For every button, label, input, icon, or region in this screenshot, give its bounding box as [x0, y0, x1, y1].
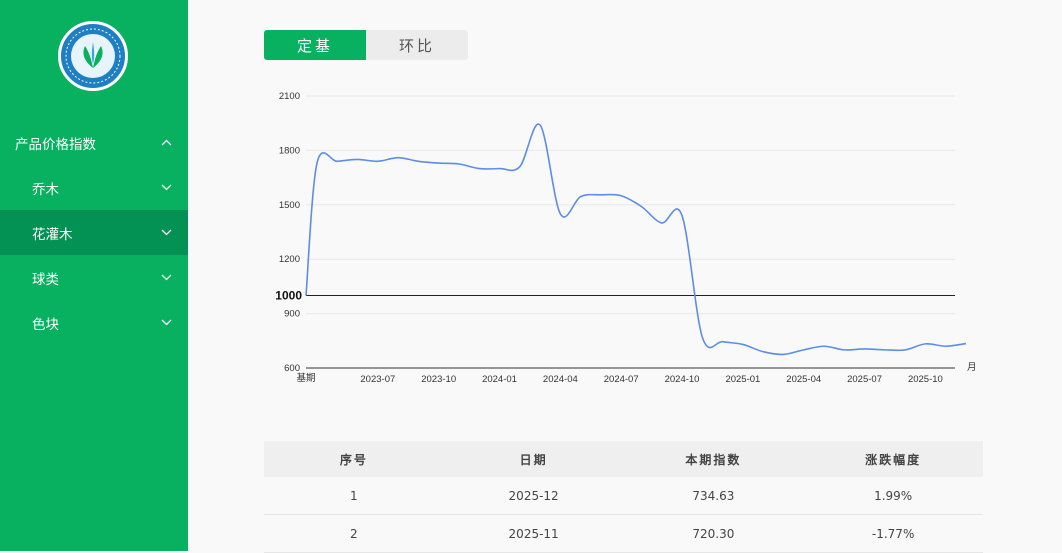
sidebar-item-label: 产品价格指数	[15, 136, 96, 153]
cell-change: -1.77%	[871, 526, 915, 541]
y-tick-label: 1800	[279, 145, 300, 156]
cell-date: 2025-11	[508, 526, 559, 541]
x-tick-label: 2025-04	[786, 374, 821, 385]
y-tick-label: 2100	[279, 91, 300, 102]
sidebar-item-4[interactable]: 色块	[0, 300, 188, 345]
sidebar-item-label: 色块	[32, 316, 59, 333]
table-row: 2 2025-11 720.30 -1.77%	[264, 515, 983, 553]
cell-seq: 1	[350, 488, 358, 503]
sidebar-item-label: 花灌木	[32, 226, 73, 243]
main-content: 定基 环比 600 900 1200 1500 1800 2100 1000 基期 2023-0…	[188, 0, 1062, 553]
x-tick-label: 2023-07	[360, 374, 395, 385]
x-tick-label: 2023-10	[421, 374, 456, 385]
tab-month-on-month[interactable]: 环比	[366, 30, 468, 60]
chevron-down-icon	[160, 317, 172, 329]
baseline-label: 1000	[275, 288, 302, 302]
price-index-chart: 60090012001500180021001000基期 2023-07 2023-…	[275, 91, 977, 385]
tab-fixed-base[interactable]: 定基	[264, 30, 366, 60]
y-tick-label: 1200	[279, 254, 300, 265]
sidebar-item-2[interactable]: 花灌木	[0, 210, 188, 255]
header-change: 涨跌幅度	[865, 452, 922, 467]
sidebar-item-label: 乔木	[32, 181, 59, 198]
cell-seq: 2	[350, 526, 358, 541]
cell-index: 734.63	[692, 488, 735, 503]
table-header-row: 序号 日期 本期指数 涨跌幅度	[264, 441, 983, 477]
header-date: 日期	[519, 452, 548, 467]
series-line	[305, 123, 967, 356]
index-type-tabs: 定基 环比	[264, 30, 468, 60]
chevron-down-icon	[160, 272, 172, 284]
logo	[58, 21, 128, 91]
x-tick-label: 2024-04	[543, 374, 578, 385]
cell-date: 2025-12	[508, 488, 559, 503]
cell-index: 720.30	[692, 526, 735, 541]
sidebar-item-3[interactable]: 球类	[0, 255, 188, 300]
sidebar-item-1[interactable]: 乔木	[0, 165, 188, 210]
chevron-down-icon	[160, 227, 172, 239]
header-seq: 序号	[339, 452, 368, 467]
x-tick-label: 2024-01	[482, 374, 517, 385]
x-unit-label: 月	[967, 362, 977, 373]
sidebar-item-label: 球类	[32, 271, 59, 288]
chevron-up-icon	[160, 137, 172, 149]
header-index: 本期指数	[685, 452, 742, 467]
x-tick-label: 2025-01	[725, 374, 760, 385]
y-tick-label: 900	[284, 309, 300, 320]
x-start-label: 基期	[296, 372, 315, 384]
index-table: 序号 日期 本期指数 涨跌幅度 1 2025-12 734.63 1.99% 2…	[264, 441, 983, 553]
logo-emblem-icon	[63, 26, 123, 86]
sidebar-item-0[interactable]: 产品价格指数	[0, 120, 188, 165]
cell-change: 1.99%	[874, 488, 913, 503]
chevron-down-icon	[160, 182, 172, 194]
x-tick-label: 2024-10	[665, 374, 700, 385]
x-tick-label: 2025-10	[908, 374, 943, 385]
side-menu: 产品价格指数乔木花灌木球类色块	[0, 120, 188, 345]
y-tick-label: 1500	[279, 200, 300, 211]
x-tick-label: 2024-07	[604, 374, 639, 385]
x-tick-label: 2025-07	[847, 374, 882, 385]
table-row: 1 2025-12 734.63 1.99%	[264, 477, 983, 515]
sidebar: 产品价格指数乔木花灌木球类色块	[0, 0, 188, 551]
